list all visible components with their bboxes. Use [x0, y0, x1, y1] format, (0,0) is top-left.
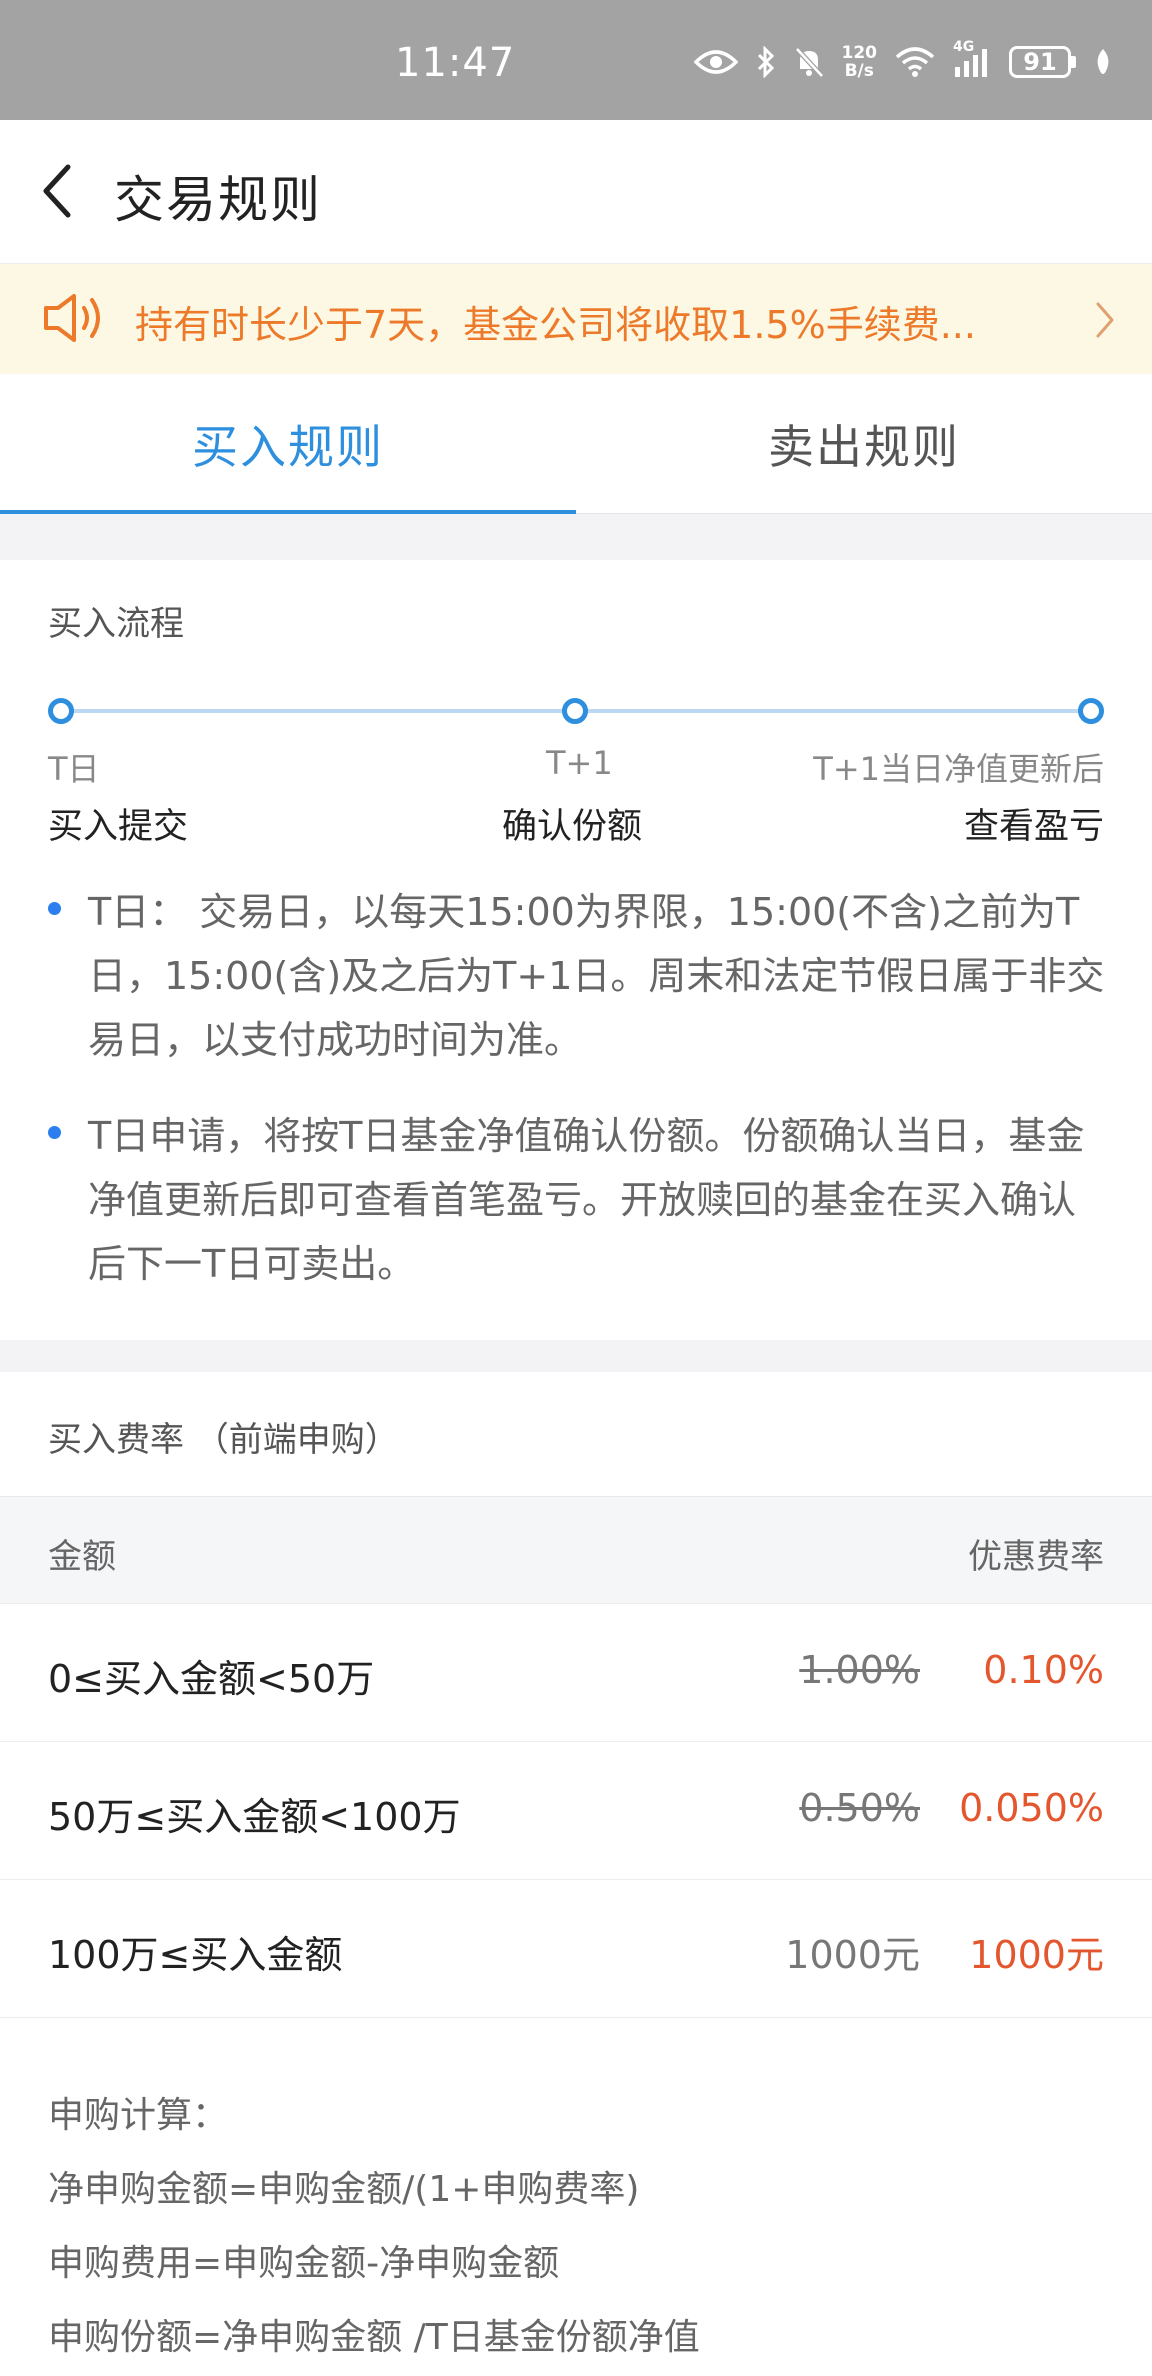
rule-tabs: 买入规则 卖出规则	[0, 374, 1152, 514]
note-text: T日： 交易日，以每天15:00为界限，15:00(不含)之前为T日，15:00…	[88, 890, 1105, 1062]
net-speed: 120 B/s	[841, 43, 878, 81]
original-rate: 1000元	[785, 1933, 920, 1977]
fee-amount: 0≤买入金额<50万	[48, 1657, 375, 1701]
calc-title: 申购计算：	[48, 2095, 229, 2136]
page-title: 交易规则	[114, 171, 322, 229]
bullet-icon	[48, 902, 61, 915]
status-icons: 120 B/s 4G 91	[693, 39, 1113, 81]
buy-process-card: 买入流程 T日 T+1 T+1当日净值更新后 买入提交 确认份额 查看盈亏 T日…	[0, 560, 1152, 1340]
header-amount: 金额	[48, 1537, 116, 1577]
process-title: 买入流程	[48, 604, 184, 644]
process-note-1: T日： 交易日，以每天15:00为界限，15:00(不含)之前为T日，15:00…	[48, 880, 1108, 1072]
note-text: T日申请，将按T日基金净值确认份额。份额确认当日，基金净值更新后即可查看首笔盈亏…	[88, 1114, 1085, 1286]
bluetooth-icon	[756, 46, 776, 78]
status-bar: 11:47 120 B/s 4G 91	[0, 0, 1152, 120]
step-label-2: T+1	[546, 744, 613, 782]
speaker-icon	[40, 290, 106, 350]
timeline-dot-2	[562, 698, 588, 724]
original-rate: 1.00%	[799, 1648, 920, 1692]
step-label-1: T日	[48, 750, 100, 788]
discount-rate: 1000元	[969, 1933, 1104, 1977]
original-rate: 0.50%	[799, 1786, 920, 1830]
back-button[interactable]	[28, 158, 84, 224]
mute-icon	[794, 46, 824, 78]
calc-formula: 申购费用=申购金额-净申购金额	[48, 2243, 560, 2284]
timeline-dot-1	[48, 698, 74, 724]
calc-formula: 净申购金额=申购金额/(1+申购费率)	[48, 2169, 640, 2210]
section-gap	[0, 1340, 1152, 1372]
section-gap	[0, 514, 1152, 560]
tab-buy-rules[interactable]: 买入规则	[0, 374, 576, 514]
fee-amount: 100万≤买入金额	[48, 1933, 343, 1977]
step-label-3: T+1当日净值更新后	[813, 750, 1104, 788]
header-discount-rate: 优惠费率	[968, 1537, 1104, 1577]
fee-amount: 50万≤买入金额<100万	[48, 1795, 461, 1839]
process-note-2: T日申请，将按T日基金净值确认份额。份额确认当日，基金净值更新后即可查看首笔盈亏…	[48, 1104, 1108, 1296]
timeline-dot-3	[1078, 698, 1104, 724]
fee-table-header: 金额 优惠费率	[0, 1496, 1152, 1604]
discount-rate: 0.10%	[983, 1648, 1104, 1692]
discount-rate: 0.050%	[959, 1786, 1104, 1830]
calc-formula: 申购份额=净申购金额 /T日基金份额净值	[48, 2317, 700, 2358]
notice-text: 持有时长少于7天，基金公司将收取1.5%手续费...	[135, 303, 976, 347]
fee-row: 50万≤买入金额<100万 0.50% 0.050%	[0, 1742, 1152, 1880]
bullet-icon	[48, 1126, 61, 1139]
step-name-1: 买入提交	[48, 807, 189, 847]
step-name-2: 确认份额	[502, 807, 643, 847]
fee-title: 买入费率 （前端申购）	[48, 1420, 399, 1460]
tab-sell-rules[interactable]: 卖出规则	[576, 374, 1152, 513]
chevron-right-icon	[1094, 300, 1116, 344]
signal-icon: 4G	[953, 39, 991, 77]
app-header: 交易规则	[0, 120, 1152, 264]
eye-icon	[693, 48, 738, 76]
step-name-3: 查看盈亏	[963, 807, 1104, 847]
fee-row: 0≤买入金额<50万 1.00% 0.10%	[0, 1604, 1152, 1742]
process-timeline	[48, 690, 1104, 730]
status-time: 11:47	[395, 40, 516, 86]
notice-banner[interactable]: 持有时长少于7天，基金公司将收取1.5%手续费...	[0, 264, 1152, 374]
fee-row: 100万≤买入金额 1000元 1000元	[0, 1880, 1152, 2018]
chevron-left-icon	[43, 164, 71, 218]
battery-icon: 91	[1009, 46, 1076, 78]
leaf-icon	[1094, 47, 1112, 77]
buy-fee-card: 买入费率 （前端申购） 金额 优惠费率 0≤买入金额<50万 1.00% 0.1…	[0, 1372, 1152, 2376]
wifi-icon	[895, 47, 935, 77]
